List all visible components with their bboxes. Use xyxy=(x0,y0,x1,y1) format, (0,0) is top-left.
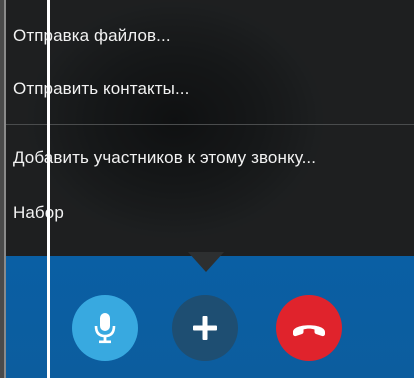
plus-icon xyxy=(193,316,217,340)
menu-item-dialpad[interactable]: Набор xyxy=(13,203,64,223)
menu-pointer xyxy=(188,252,224,272)
menu-item-add-participants[interactable]: Добавить участников к этому звонку... xyxy=(13,148,316,168)
text-cursor-line xyxy=(47,0,50,378)
call-window: Отправка файлов... Отправить контакты...… xyxy=(0,0,414,378)
call-options-menu: Отправка файлов... Отправить контакты...… xyxy=(0,0,414,256)
microphone-button[interactable] xyxy=(72,295,138,361)
add-participant-button[interactable] xyxy=(172,295,238,361)
hang-up-button[interactable] xyxy=(276,295,342,361)
menu-item-send-files[interactable]: Отправка файлов... xyxy=(13,26,171,46)
menu-item-send-contacts[interactable]: Отправить контакты... xyxy=(13,79,189,99)
phone-hangup-icon xyxy=(293,325,325,337)
window-left-border-highlight xyxy=(4,0,6,378)
microphone-icon xyxy=(94,313,116,344)
menu-divider xyxy=(0,124,414,125)
